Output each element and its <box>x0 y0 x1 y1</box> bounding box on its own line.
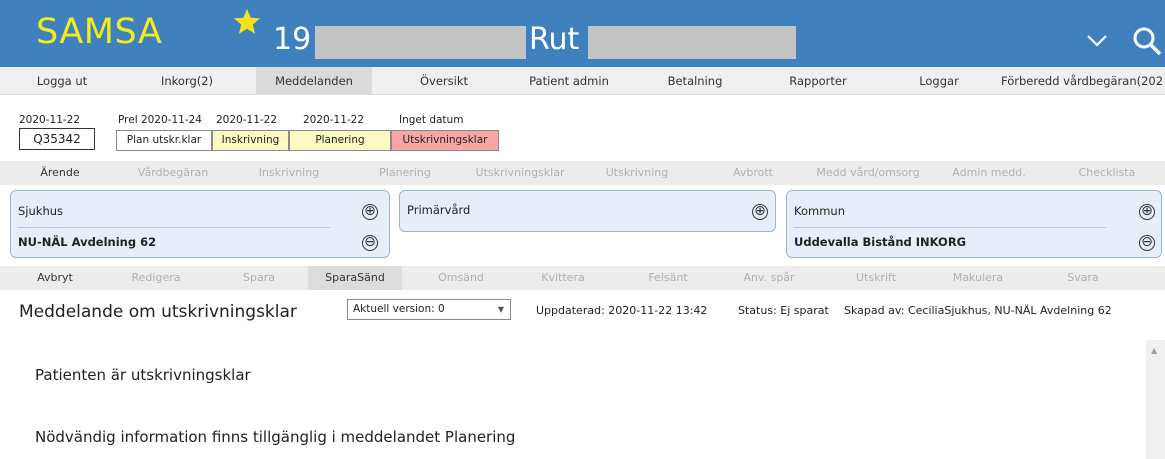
vertical-scrollbar[interactable]: ▲ <box>1146 340 1165 459</box>
status-plan-utskr-klar[interactable]: Plan utskr.klar <box>116 130 212 151</box>
app-logo: SAMSA <box>36 12 163 52</box>
tab-medd-vard-omsorg[interactable]: Medd vård/omsorg <box>810 161 926 185</box>
case-tabs: Ärende Vårdbegäran Inskrivning Planering… <box>0 161 1165 185</box>
action-bar: Avbryt Redigera Spara SparaSänd Omsänd K… <box>0 266 1165 290</box>
omsand-button[interactable]: Omsänd <box>414 266 508 290</box>
anv-spar-button[interactable]: Anv. spår <box>722 266 816 290</box>
kommun-unit: Uddevalla Bistånd INKORG <box>794 235 967 249</box>
divider <box>18 227 330 228</box>
kvittera-button[interactable]: Kvittera <box>516 266 610 290</box>
created-by: Skapad av: CeciliaSjukhus, NU-NÄL Avdeln… <box>844 304 1112 317</box>
felsant-button[interactable]: Felsänt <box>621 266 715 290</box>
case-id[interactable]: Q35342 <box>19 128 95 150</box>
tab-utskrivningsklar[interactable]: Utskrivningsklar <box>462 161 578 185</box>
version-select[interactable]: Aktuell version: 0 ▼ <box>347 299 511 320</box>
nav-inkorg[interactable]: Inkorg(2) <box>135 67 239 95</box>
scroll-up-icon[interactable]: ▲ <box>1151 346 1157 355</box>
utskrivningsklar-date: Inget datum <box>399 114 464 126</box>
add-sjukhus-button[interactable]: ⊕ <box>362 204 378 220</box>
nav-loggar[interactable]: Loggar <box>887 67 991 95</box>
tab-avbrott[interactable]: Avbrott <box>698 161 808 185</box>
save-status: Status: Ej sparat <box>738 304 829 317</box>
header-bar: SAMSA 19 Rut <box>0 0 1165 67</box>
sparasand-button[interactable]: SparaSänd <box>308 266 402 290</box>
sjukhus-unit: NU-NÄL Avdelning 62 <box>18 235 157 249</box>
chevron-down-icon[interactable] <box>1086 33 1108 49</box>
patient-number: 19 <box>273 22 312 57</box>
kommun-label: Kommun <box>794 204 845 218</box>
sjukhus-label: Sjukhus <box>18 204 64 218</box>
tab-planering[interactable]: Planering <box>350 161 460 185</box>
inskrivning-date: 2020-11-22 <box>216 114 278 126</box>
status-inskrivning[interactable]: Inskrivning <box>212 130 289 151</box>
main-nav: Logga ut Inkorg(2) Meddelanden Översikt … <box>0 67 1165 95</box>
add-kommun-button[interactable]: ⊕ <box>1139 204 1155 220</box>
kommun-panel: Kommun Uddevalla Bistånd INKORG ⊕ ⊖ <box>786 190 1162 258</box>
remove-sjukhus-button[interactable]: ⊖ <box>362 235 378 251</box>
sjukhus-panel: Sjukhus NU-NÄL Avdelning 62 ⊕ ⊖ <box>10 190 390 258</box>
search-icon[interactable] <box>1132 26 1162 56</box>
redigera-button[interactable]: Redigera <box>109 266 203 290</box>
primarvard-panel: Primärvård ⊕ <box>399 190 776 232</box>
redacted-patient-number <box>315 26 526 59</box>
spara-button[interactable]: Spara <box>212 266 306 290</box>
add-primarvard-button[interactable]: ⊕ <box>752 204 768 220</box>
tab-inskrivning[interactable]: Inskrivning <box>234 161 344 185</box>
nav-logga-ut[interactable]: Logga ut <box>10 67 114 95</box>
makulera-button[interactable]: Makulera <box>931 266 1025 290</box>
dropdown-arrow-icon: ▼ <box>497 305 504 314</box>
utskrift-button[interactable]: Utskrift <box>829 266 923 290</box>
updated-timestamp: Uppdaterad: 2020-11-22 13:42 <box>536 304 708 317</box>
nav-oversikt[interactable]: Översikt <box>392 67 496 95</box>
planering-date: 2020-11-22 <box>303 114 365 126</box>
message-body-line: Patienten är utskrivningsklar <box>35 366 251 384</box>
case-date: 2020-11-22 <box>19 114 81 126</box>
nav-patient-admin[interactable]: Patient admin <box>517 67 621 95</box>
message-title: Meddelande om utskrivningsklar <box>19 302 297 322</box>
remove-kommun-button[interactable]: ⊖ <box>1139 235 1155 251</box>
message-body-line: Nödvändig information finns tillgänglig … <box>35 428 516 446</box>
status-utskrivningsklar[interactable]: Utskrivningsklar <box>391 130 499 151</box>
nav-rapporter[interactable]: Rapporter <box>766 67 870 95</box>
svara-button[interactable]: Svara <box>1036 266 1130 290</box>
tab-checklista[interactable]: Checklista <box>1052 161 1162 185</box>
version-select-value: Aktuell version: 0 <box>353 303 445 315</box>
plan-date: Prel 2020-11-24 <box>118 114 202 126</box>
nav-forberedd-vardbegaran[interactable]: Förberedd vårdbegäran(202 <box>997 67 1165 95</box>
redacted-patient-surname <box>588 26 796 59</box>
primarvard-label: Primärvård <box>407 203 471 217</box>
divider <box>794 227 1106 228</box>
tab-admin-medd[interactable]: Admin medd. <box>934 161 1044 185</box>
patient-name: Rut <box>529 22 580 57</box>
avbryt-button[interactable]: Avbryt <box>8 266 102 290</box>
status-planering[interactable]: Planering <box>289 130 391 151</box>
star-icon[interactable] <box>232 7 262 37</box>
nav-betalning[interactable]: Betalning <box>643 67 747 95</box>
tab-utskrivning[interactable]: Utskrivning <box>582 161 692 185</box>
tab-arende[interactable]: Ärende <box>8 161 112 185</box>
nav-meddelanden[interactable]: Meddelanden <box>256 67 372 95</box>
tab-vardbegaran[interactable]: Vårdbegäran <box>118 161 228 185</box>
